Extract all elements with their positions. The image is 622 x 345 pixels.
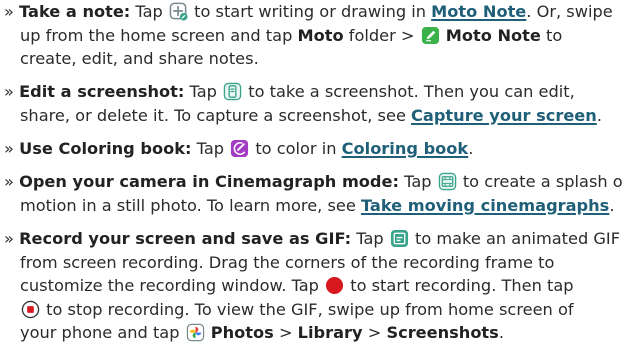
bold-text: Moto Note (445, 25, 541, 45)
text: to create a splash of (457, 172, 622, 191)
text: to start writing or drawing in (188, 2, 432, 21)
text: . (609, 195, 615, 215)
item-title: Record your screen and save as GIF: (19, 229, 352, 248)
text: Tap (130, 2, 168, 21)
record-icon (325, 276, 344, 295)
text: your phone and tap (20, 323, 185, 342)
bullet: » (4, 82, 14, 101)
text: . (468, 139, 474, 158)
bullet: » (4, 2, 14, 21)
text: from screen recording. Drag the corners … (20, 252, 555, 272)
item-line: » Record your screen and save as GIF: Ta… (4, 227, 620, 251)
item-line: up from the home screen and tap Moto fol… (4, 24, 620, 48)
moto-note-link[interactable]: Moto Note (431, 2, 526, 21)
item-title: Edit a screenshot: (19, 82, 185, 101)
bullet: » (4, 139, 14, 158)
list-item-coloring-book: » Use Coloring book: Tap to color in Col… (4, 137, 620, 161)
item-title: Use Coloring book: (19, 139, 192, 158)
bullet: » (4, 172, 14, 191)
text: Tap (398, 172, 437, 191)
text: > (273, 323, 298, 342)
text: to color in (250, 139, 342, 158)
coloring-book-icon (230, 139, 249, 158)
text: Tap (351, 229, 389, 248)
text: motion in a still photo. To learn more, … (20, 195, 361, 215)
cinemagraph-icon (438, 172, 457, 191)
text: to make an animated GIF (409, 229, 621, 248)
item-line: customize the recording window. Tap to s… (4, 274, 620, 298)
list-item-take-a-note: » Take a note: Tap to start writing or d… (4, 0, 620, 71)
bold-text: Moto (297, 25, 344, 45)
item-title: Take a note: (19, 2, 131, 21)
item-line: motion in a still photo. To learn more, … (4, 194, 620, 218)
capture-your-screen-link[interactable]: Capture your screen (411, 106, 597, 125)
text: Tap (184, 82, 223, 101)
item-title: Open your camera in Cinemagraph mode: (19, 172, 399, 191)
list-item-cinemagraph: » Open your camera in Cinemagraph mode: … (4, 170, 622, 218)
item-line: create, edit, and share notes. (4, 47, 620, 71)
item-line: » Take a note: Tap to start writing or d… (4, 0, 620, 24)
take-moving-cinemagraphs-link[interactable]: Take moving cinemagraphs (361, 196, 609, 215)
item-line: » Edit a screenshot: Tap to take a scree… (4, 80, 620, 104)
bold-text: Library (297, 323, 363, 342)
document-page: » Take a note: Tap to start writing or d… (0, 0, 622, 344)
item-line: your phone and tap Photos > Library > Sc… (4, 321, 620, 345)
text: Tap (191, 139, 230, 158)
item-line: to stop recording. To view the GIF, swip… (4, 298, 620, 322)
text: . (596, 105, 602, 125)
text: up from the home screen and tap (20, 25, 298, 45)
stop-icon (21, 300, 40, 319)
bullet: » (4, 229, 14, 248)
moto-note-app-icon (421, 26, 440, 45)
text: to take a screenshot. Then you can edit, (243, 82, 575, 101)
item-line: » Open your camera in Cinemagraph mode: … (4, 170, 622, 194)
screenshot-icon (223, 82, 242, 101)
text: to (540, 25, 563, 45)
text: to start recording. Then tap (345, 276, 574, 295)
text: folder > (343, 25, 420, 45)
list-item-record-gif: » Record your screen and save as GIF: Ta… (4, 227, 620, 345)
photos-icon (186, 323, 205, 342)
text: create, edit, and share notes. (20, 49, 259, 68)
text: to stop recording. To view the GIF, swip… (41, 299, 574, 319)
item-line: from screen recording. Drag the corners … (4, 251, 620, 275)
item-line: share, or delete it. To capture a screen… (4, 104, 620, 128)
text: > (362, 323, 387, 342)
text: . Or, swipe (526, 2, 613, 21)
text: share, or delete it. To capture a screen… (20, 105, 412, 125)
note-add-icon (169, 2, 188, 21)
coloring-book-link[interactable]: Coloring book (342, 139, 469, 158)
text: customize the recording window. Tap (20, 276, 325, 295)
gif-record-icon (390, 229, 409, 248)
text: . (498, 323, 504, 342)
bold-text: Photos (210, 323, 274, 342)
bold-text: Screenshots (386, 323, 499, 342)
list-item-edit-screenshot: » Edit a screenshot: Tap to take a scree… (4, 80, 620, 127)
item-line: » Use Coloring book: Tap to color in Col… (4, 137, 620, 161)
